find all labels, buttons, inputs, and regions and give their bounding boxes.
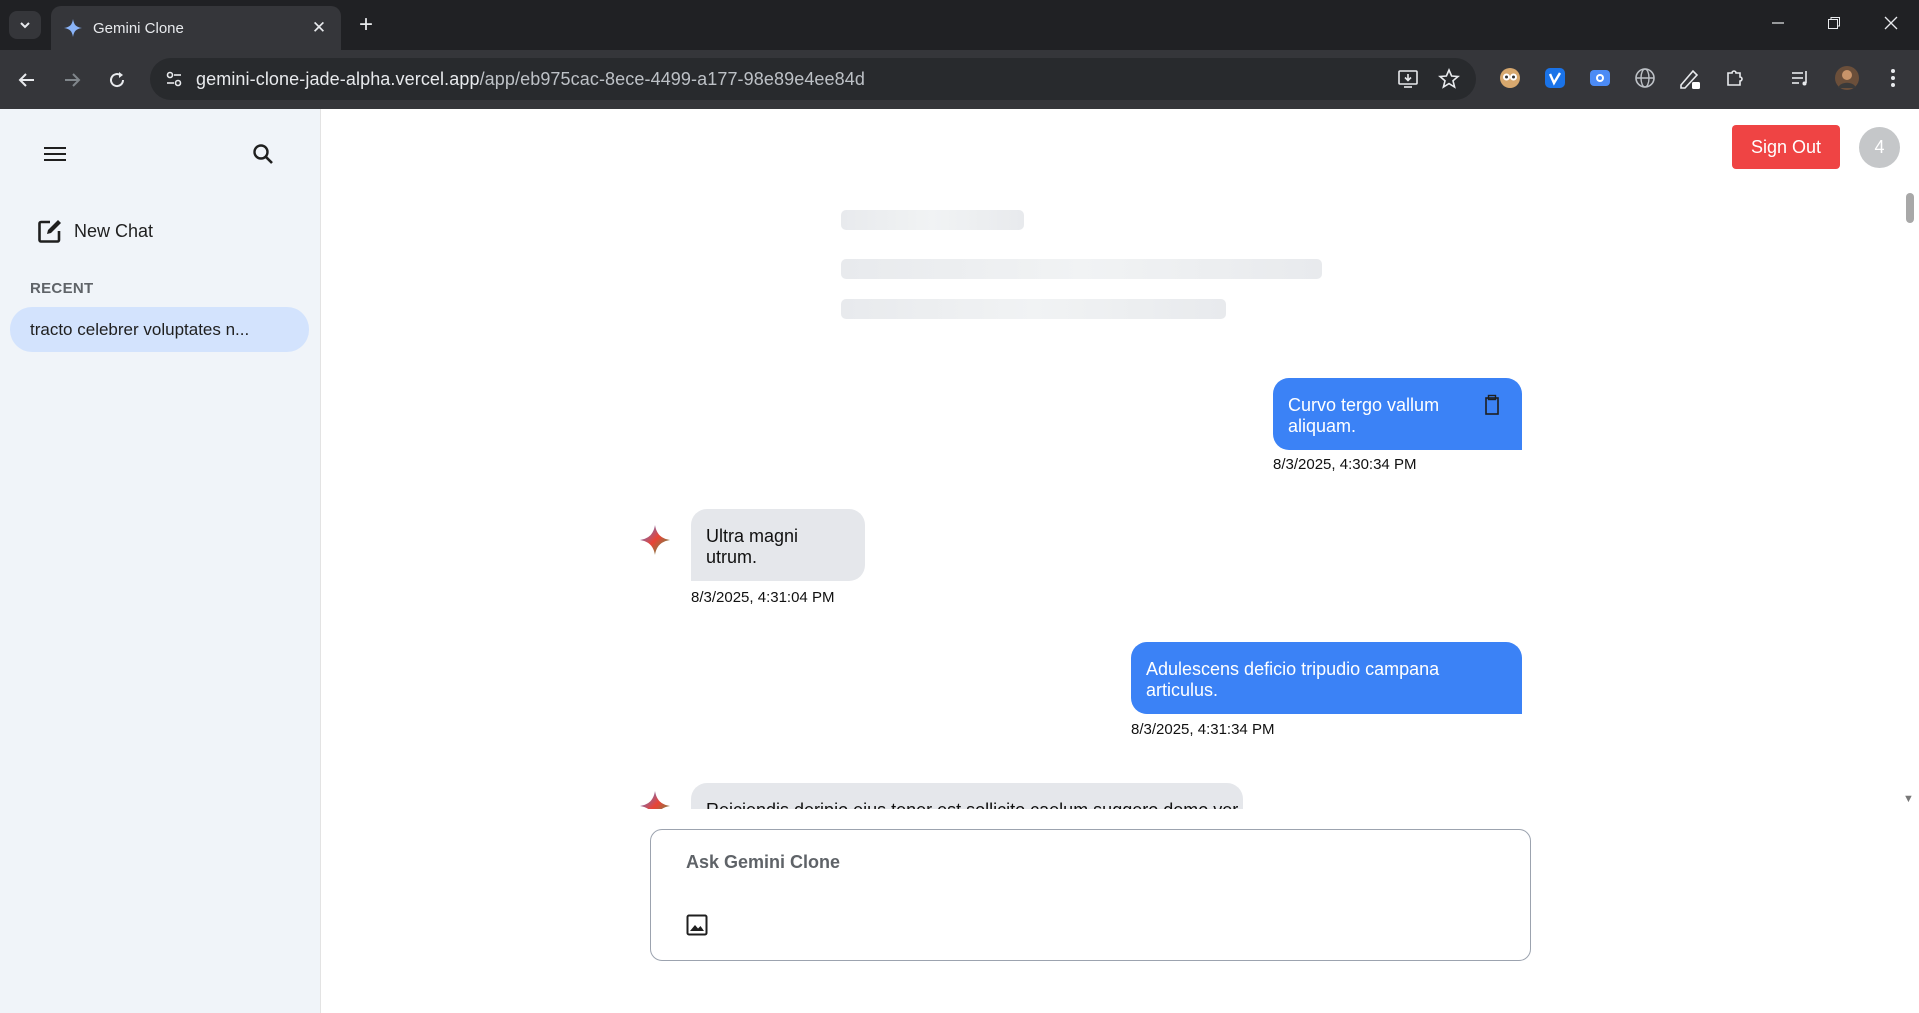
close-icon (1884, 16, 1898, 30)
gemini-sparkle-icon (640, 791, 670, 809)
message-timestamp: 8/3/2025, 4:31:34 PM (1131, 721, 1275, 738)
forward-button[interactable] (56, 64, 88, 96)
globe-icon (1635, 68, 1655, 88)
browser-toolbar: gemini-clone-jade-alpha.vercel.app/app/e… (0, 50, 1919, 109)
back-button[interactable] (11, 64, 43, 96)
prompt-composer (650, 829, 1531, 961)
browser-tab-strip: Gemini Clone ✕ + (0, 0, 1919, 50)
message-text: Curvo tergo vallum aliquam. (1288, 395, 1440, 436)
url-path: /app/eb975cac-8ece-4499-a177-98e89e4ee84… (479, 68, 865, 89)
scrollbar-thumb[interactable] (1906, 193, 1914, 223)
hamburger-menu-icon (44, 147, 66, 161)
edit-square-icon (38, 220, 61, 243)
message-timestamp: 8/3/2025, 4:30:34 PM (1273, 456, 1417, 473)
gemini-sparkle-icon (640, 525, 670, 555)
extension-pen-icon[interactable] (1677, 65, 1703, 91)
close-window-button[interactable] (1871, 8, 1911, 38)
browser-tab-active[interactable]: Gemini Clone ✕ (51, 6, 341, 50)
new-chat-button[interactable]: New Chat (36, 217, 153, 245)
app-viewport: New Chat RECENT tracto celebrer voluptat… (0, 109, 1919, 1013)
star-icon (1438, 68, 1460, 89)
install-app-button[interactable] (1396, 67, 1420, 91)
extension-owl-icon[interactable] (1497, 65, 1523, 91)
reload-button[interactable] (101, 64, 133, 96)
browser-menu-button[interactable] (1880, 65, 1906, 91)
recent-chat-item[interactable]: tracto celebrer voluptates n... (10, 307, 309, 352)
skeleton-line (841, 210, 1024, 230)
extension-screen-recorder-icon[interactable] (1587, 65, 1613, 91)
queue-music-icon (1792, 71, 1807, 86)
arrow-right-icon (65, 73, 81, 87)
chevron-down-icon (20, 22, 30, 29)
minimize-button[interactable] (1758, 8, 1798, 38)
menu-button[interactable] (35, 134, 75, 174)
new-tab-button[interactable]: + (352, 12, 380, 40)
arrow-left-icon (18, 73, 34, 87)
profile-avatar[interactable] (1834, 65, 1860, 91)
minimize-icon (1772, 22, 1784, 24)
user-message-bubble: Curvo tergo vallum aliquam. (1273, 378, 1522, 450)
close-tab-icon[interactable]: ✕ (309, 18, 329, 38)
tune-icon (166, 71, 182, 87)
install-icon (1398, 70, 1418, 88)
skeleton-line (841, 259, 1322, 279)
message-text: Adulescens deficio tripudio campana arti… (1146, 659, 1440, 700)
extension-vimeo-icon[interactable] (1542, 65, 1568, 91)
search-icon (253, 144, 273, 164)
prompt-input[interactable] (686, 852, 1486, 873)
assistant-message-bubble: Ultra magni utrum. (691, 509, 865, 581)
recent-heading: RECENT (30, 280, 94, 297)
tab-search-button[interactable] (9, 11, 41, 39)
restore-icon (1828, 17, 1840, 29)
camera-icon (1590, 70, 1610, 86)
media-controls-button[interactable] (1787, 65, 1813, 91)
upload-image-button[interactable] (682, 910, 712, 940)
more-vert-icon (1891, 69, 1895, 87)
message-text: Reiciendis deripio eius tener est sollic… (706, 800, 1242, 809)
recent-chat-title: tracto celebrer voluptates n... (30, 319, 250, 339)
chat-scrollbar[interactable] (1903, 149, 1915, 809)
reload-icon (110, 72, 125, 88)
restore-button[interactable] (1814, 8, 1854, 38)
sidebar: New Chat RECENT tracto celebrer voluptat… (0, 109, 321, 1013)
image-icon (686, 914, 708, 936)
message-timestamp: 8/3/2025, 4:31:04 PM (691, 589, 835, 606)
puzzle-icon (1727, 70, 1743, 86)
sign-out-button[interactable]: Sign Out (1732, 125, 1840, 169)
url-text: gemini-clone-jade-alpha.vercel.app/app/e… (196, 69, 865, 90)
assistant-message-bubble: Reiciendis deripio eius tener est sollic… (691, 783, 1243, 809)
pen-icon (1680, 69, 1700, 89)
gemini-favicon-icon (64, 19, 82, 37)
extension-globe-icon[interactable] (1632, 65, 1658, 91)
copy-icon[interactable] (1483, 394, 1501, 416)
site-info-button[interactable] (154, 59, 194, 99)
scroll-down-arrow-icon[interactable]: ▼ (1903, 793, 1914, 805)
owl-icon (1500, 68, 1520, 88)
search-button[interactable] (243, 134, 283, 174)
extensions-menu-button[interactable] (1722, 65, 1748, 91)
v-badge-icon (1545, 68, 1565, 88)
message-clip: Reiciendis deripio eius tener est sollic… (600, 769, 1400, 809)
profile-photo-icon (1835, 66, 1859, 90)
user-avatar[interactable]: 4 (1859, 127, 1900, 168)
skeleton-line (841, 299, 1226, 319)
message-text: Ultra magni utrum. (706, 526, 799, 567)
url-host: gemini-clone-jade-alpha.vercel.app (196, 68, 480, 89)
tab-title: Gemini Clone (93, 19, 184, 37)
user-message-bubble: Adulescens deficio tripudio campana arti… (1131, 642, 1522, 714)
new-chat-label: New Chat (74, 220, 154, 241)
address-bar[interactable]: gemini-clone-jade-alpha.vercel.app/app/e… (150, 58, 1476, 100)
bookmark-button[interactable] (1437, 67, 1461, 91)
